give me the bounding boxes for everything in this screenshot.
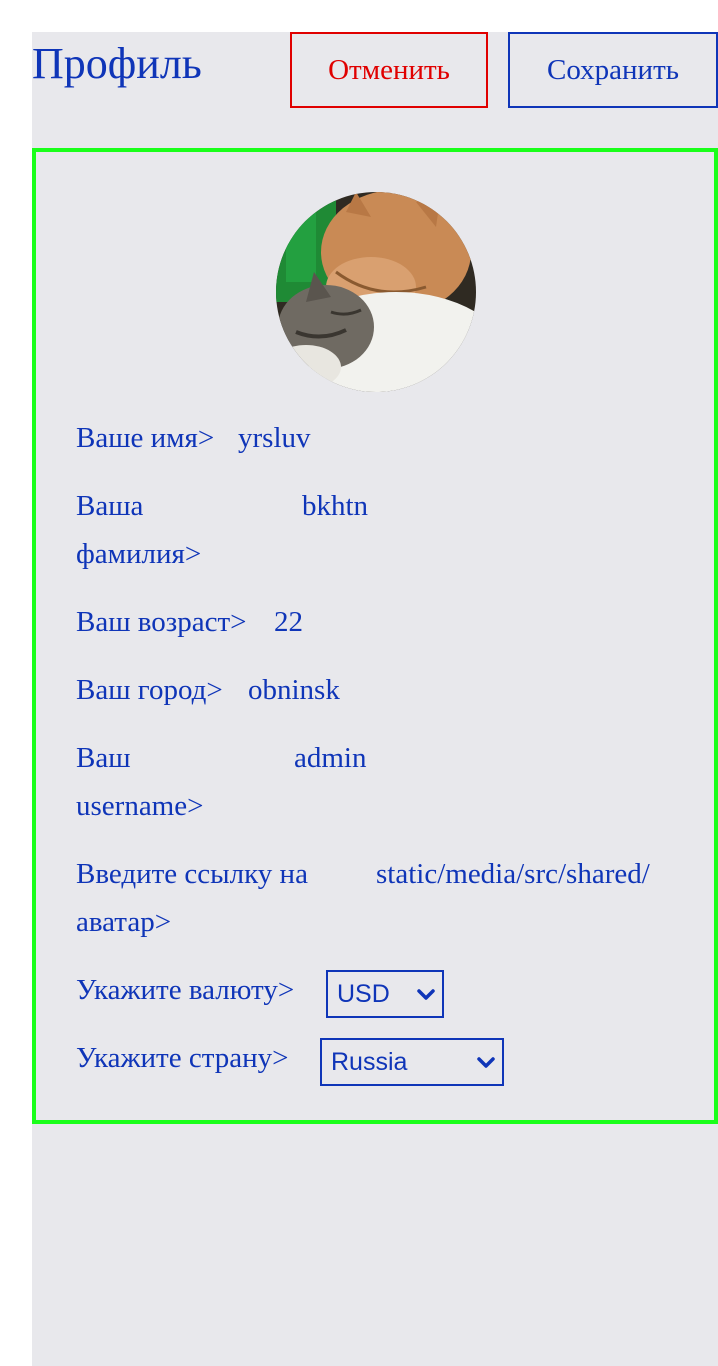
name-field: Ваше имя> yrsluv [76, 414, 676, 462]
avatar-url-label-line2: аватар> [76, 906, 172, 938]
surname-label-line2: фамилия> [76, 538, 202, 570]
cancel-button[interactable]: Отменить [290, 32, 488, 108]
country-label: Укажите страну> [76, 1042, 289, 1074]
city-field: Ваш город> obninsk [76, 666, 676, 714]
surname-field: Ваша фамилия> bkhtn [76, 482, 676, 578]
avatar-url-field: Введите ссылку на аватар> static/media/s… [76, 850, 674, 946]
chevron-down-icon [477, 1057, 495, 1068]
city-value[interactable]: obninsk [248, 666, 340, 714]
currency-select[interactable]: USD [326, 970, 444, 1018]
country-field: Укажите страну> Russia [76, 1034, 676, 1090]
currency-selected: USD [337, 980, 390, 1008]
surname-value[interactable]: bkhtn [302, 482, 368, 530]
username-field: Ваш username> admin [76, 734, 676, 830]
profile-card: Ваше имя> yrsluv Ваша фамилия> bkhtn Ваш… [32, 148, 718, 1124]
profile-page: Профиль Отменить Сохранить Ваше имя> yrs… [32, 32, 718, 1366]
age-label: Ваш возраст> [76, 606, 247, 638]
chevron-down-icon [417, 989, 435, 1000]
name-value[interactable]: yrsluv [238, 414, 311, 462]
page-title: Профиль [32, 39, 202, 88]
username-label-line1: Ваш [76, 742, 131, 774]
avatar [276, 192, 476, 392]
age-value[interactable]: 22 [274, 598, 303, 646]
city-label: Ваш город> [76, 674, 223, 706]
age-field: Ваш возраст> 22 [76, 598, 676, 646]
username-value[interactable]: admin [294, 734, 367, 782]
currency-field: Укажите валюту> USD [76, 966, 676, 1022]
country-selected: Russia [331, 1048, 408, 1076]
avatar-image [276, 192, 476, 392]
save-button[interactable]: Сохранить [508, 32, 718, 108]
surname-label-line1: Ваша [76, 490, 144, 522]
country-select[interactable]: Russia [320, 1038, 504, 1086]
currency-label: Укажите валюту> [76, 974, 295, 1006]
name-label: Ваше имя> [76, 422, 215, 454]
username-label-line2: username> [76, 790, 204, 822]
avatar-url-label-line1: Введите ссылку на [76, 858, 308, 890]
avatar-url-value[interactable]: static/media/src/shared/ [376, 850, 674, 898]
